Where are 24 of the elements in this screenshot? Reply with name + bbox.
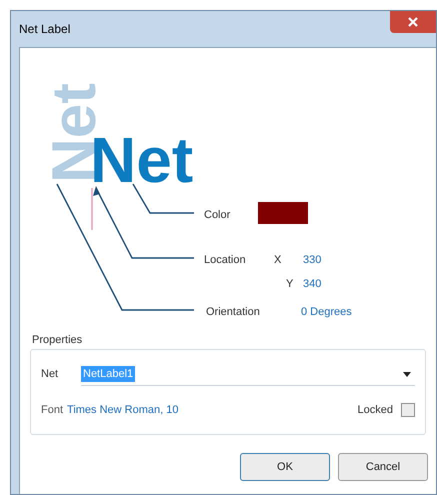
orientation-value[interactable]: 0 Degrees (301, 304, 352, 320)
dropdown-arrow-icon (403, 372, 411, 376)
color-swatch[interactable] (258, 202, 308, 224)
locked-checkbox[interactable] (401, 402, 415, 417)
font-value[interactable]: Times New Roman, 10 (67, 402, 178, 418)
locked-label: Locked (358, 402, 393, 418)
close-icon (408, 17, 418, 27)
y-label: Y (286, 277, 294, 292)
font-label: Font (41, 402, 64, 418)
close-button[interactable] (390, 11, 436, 33)
group-title: Properties (31, 333, 84, 348)
net-value: NetLabel1 (81, 366, 136, 382)
net-combobox[interactable]: NetLabel1 (81, 364, 415, 386)
y-value[interactable]: 340 (303, 276, 322, 292)
net-label: Net (41, 367, 60, 382)
origin-marker (91, 188, 93, 230)
location-label: Location (204, 253, 246, 268)
window-title: Net Label (19, 21, 70, 38)
dialog-button[interactable]: OK (240, 453, 330, 481)
x-label: X (274, 253, 282, 268)
x-value[interactable]: 330 (303, 252, 322, 268)
color-label: Color (204, 208, 230, 223)
dialog-button[interactable]: Cancel (338, 453, 428, 481)
orientation-label: Orientation (206, 305, 260, 320)
